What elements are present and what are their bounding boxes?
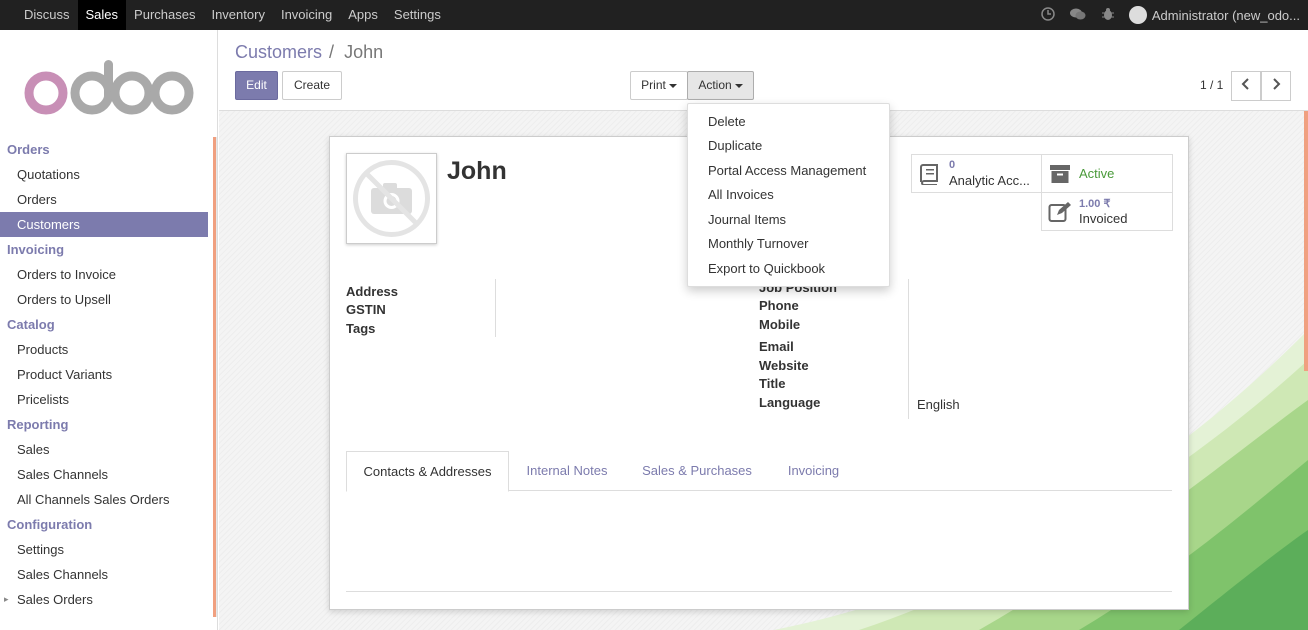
chat-icon[interactable] [1063,7,1093,24]
top-navbar: Discuss Sales Purchases Inventory Invoic… [0,0,1308,30]
field-label-gstin: GSTIN [346,302,386,317]
menu-settings[interactable]: Settings [386,0,449,30]
section-orders: Orders [7,142,50,157]
caret-down-icon [734,83,743,88]
action-dropdown-menu: Delete Duplicate Portal Access Managemen… [687,103,890,287]
field-divider-left [495,279,496,337]
chevron-left-icon [1241,78,1249,90]
app-sidebar: Orders Quotations Orders Customers Invoi… [0,30,218,630]
section-catalog: Catalog [7,317,55,332]
field-label-language: Language [759,395,821,410]
user-avatar[interactable] [1128,6,1147,24]
partner-name: John [447,157,507,185]
sheet-divider [346,591,1172,592]
section-configuration: Configuration [7,517,93,532]
sidebar-scroll-accent [213,137,216,617]
sidebar-item-reporting-sales[interactable]: Sales [0,437,208,462]
action-all-invoices[interactable]: All Invoices [708,187,774,202]
breadcrumb-separator: / [329,42,335,62]
field-label-mobile: Mobile [759,317,801,332]
sidebar-item-quotations[interactable]: Quotations [0,162,208,187]
sidebar-item-pricelists[interactable]: Pricelists [0,387,208,412]
active-label: Active [1079,166,1115,181]
pager-previous-button[interactable] [1231,71,1261,101]
action-delete[interactable]: Delete [708,114,746,129]
action-portal-access-management[interactable]: Portal Access Management [708,163,866,178]
sidebar-item-sales-orders[interactable]: Sales Orders [0,587,208,612]
create-button[interactable]: Create [282,71,342,100]
action-export-to-quickbook[interactable]: Export to Quickbook [708,261,825,276]
field-label-tags: Tags [346,321,376,336]
tab-internal-notes[interactable]: Internal Notes [513,451,621,491]
clock-icon[interactable] [1033,6,1063,24]
print-button[interactable]: Print [630,71,688,100]
field-label-website: Website [759,358,809,373]
scroll-accent-right [1304,111,1308,371]
book-icon [920,164,938,185]
active-toggle-button[interactable]: Active [1041,154,1173,193]
menu-inventory[interactable]: Inventory [203,0,272,30]
sidebar-item-orders-to-upsell[interactable]: Orders to Upsell [0,287,208,312]
sidebar-item-settings[interactable]: Settings [0,537,208,562]
sidebar-item-all-channels-sales-orders[interactable]: All Channels Sales Orders [0,487,208,512]
pencil-square-icon [1048,202,1071,222]
invoiced-amount: 1.00 ₹ [1079,198,1111,210]
field-label-address: Address [346,284,399,299]
odoo-logo [24,60,194,115]
archive-icon [1050,165,1070,183]
edit-button[interactable]: Edit [235,71,278,100]
breadcrumb-customers[interactable]: Customers [235,42,322,62]
breadcrumb: Customers / John [235,42,383,63]
menu-sales[interactable]: Sales [77,0,127,30]
sidebar-item-orders-to-invoice[interactable]: Orders to Invoice [0,262,208,287]
menu-apps[interactable]: Apps [340,0,386,30]
section-invoicing: Invoicing [7,242,65,257]
control-panel: Customers / John Edit Create Print Actio… [219,30,1308,111]
action-monthly-turnover[interactable]: Monthly Turnover [708,236,808,251]
tab-contacts-addresses[interactable]: Contacts & Addresses [346,451,509,492]
invoiced-label: Invoiced [1079,211,1128,226]
action-label: Action [698,78,732,92]
sidebar-item-orders[interactable]: Orders [0,187,208,212]
no-camera-icon [353,160,430,237]
sidebar-menu: Orders Quotations Orders Customers Invoi… [0,137,208,612]
language-value[interactable]: English [917,397,960,412]
invoiced-button[interactable]: 1.00 ₹ Invoiced [1041,192,1173,231]
sidebar-item-config-sales-channels[interactable]: Sales Channels [0,562,208,587]
analytic-label: Analytic Acc... [949,173,1030,188]
caret-down-icon [668,83,677,88]
sidebar-item-reporting-sales-channels[interactable]: Sales Channels [0,462,208,487]
action-duplicate[interactable]: Duplicate [708,138,762,153]
analytic-accounts-button[interactable]: 0 Analytic Acc... [911,154,1042,193]
analytic-count: 0 [949,159,956,171]
partner-photo-placeholder[interactable] [346,153,437,244]
sidebar-item-product-variants[interactable]: Product Variants [0,362,208,387]
menu-purchases[interactable]: Purchases [126,0,203,30]
notebook-tabs: Contacts & Addresses Internal Notes Sale… [346,451,1172,492]
pager-next-button[interactable] [1261,71,1291,101]
breadcrumb-current: John [344,42,384,62]
tab-invoicing[interactable]: Invoicing [773,451,854,491]
field-label-email: Email [759,339,794,354]
main-menu: Discuss Sales Purchases Inventory Invoic… [16,0,449,30]
action-button[interactable]: Action [687,71,754,100]
chevron-right-icon [1273,78,1281,90]
menu-discuss[interactable]: Discuss [16,0,78,30]
field-label-phone: Phone [759,298,799,313]
sidebar-item-products[interactable]: Products [0,337,208,362]
field-label-title: Title [759,376,786,391]
field-divider-right [908,279,909,419]
user-menu[interactable]: Administrator (new_odo... [1152,8,1300,23]
tab-sales-purchases[interactable]: Sales & Purchases [628,451,766,491]
action-journal-items[interactable]: Journal Items [708,212,786,227]
menu-invoicing[interactable]: Invoicing [273,0,340,30]
pager-value[interactable]: 1 / 1 [1200,78,1223,92]
print-label: Print [641,78,666,92]
bug-icon[interactable] [1093,7,1123,24]
sidebar-item-customers[interactable]: Customers [0,212,208,237]
systray: Administrator (new_odo... [1033,0,1300,30]
section-reporting: Reporting [7,417,69,432]
